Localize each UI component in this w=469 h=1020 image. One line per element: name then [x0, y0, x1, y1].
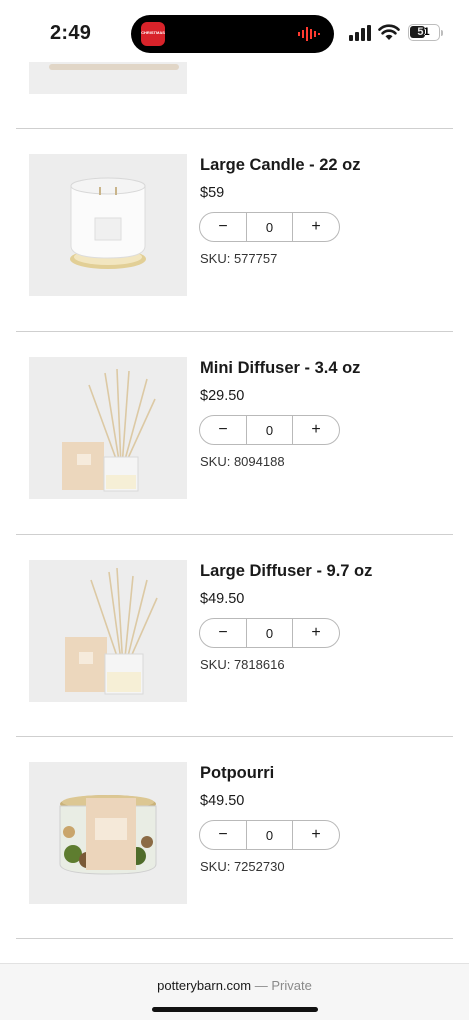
product-name[interactable]: Potpourri — [200, 764, 274, 783]
browser-bottom-bar: potterybarn.com — Private — [0, 963, 469, 1020]
quantity-stepper: − 0 + — [199, 618, 340, 648]
status-bar: 2:49 CHRISTMAS 51 — [0, 0, 469, 62]
product-name[interactable]: Large Candle - 22 oz — [200, 156, 360, 175]
address-bar[interactable]: potterybarn.com — Private — [0, 978, 469, 993]
product-row-large-candle: Large Candle - 22 oz $59 − 0 + SKU: 5777… — [0, 128, 469, 330]
minus-icon: − — [218, 421, 228, 438]
increase-quantity-button[interactable]: + — [293, 416, 339, 444]
quantity-stepper: − 0 + — [199, 415, 340, 445]
quantity-input[interactable]: 0 — [246, 213, 293, 241]
product-price: $29.50 — [200, 388, 245, 404]
plus-icon: + — [311, 218, 321, 235]
url-domain: potterybarn.com — [157, 978, 252, 993]
url-separator: — — [251, 978, 272, 993]
voice-wave-icon — [298, 27, 320, 41]
increase-quantity-button[interactable]: + — [293, 213, 339, 241]
increase-quantity-button[interactable]: + — [293, 619, 339, 647]
product-sku: SKU: 8094188 — [200, 454, 285, 469]
decrease-quantity-button[interactable]: − — [200, 213, 246, 241]
product-row-potpourri: Potpourri $49.50 − 0 + SKU: 7252730 — [0, 736, 469, 938]
product-name[interactable]: Large Diffuser - 9.7 oz — [200, 562, 372, 581]
product-image-candle[interactable] — [29, 154, 187, 296]
product-sku: SKU: 7252730 — [200, 859, 285, 874]
decrease-quantity-button[interactable]: − — [200, 821, 246, 849]
decrease-quantity-button[interactable]: − — [200, 416, 246, 444]
minus-icon: − — [218, 218, 228, 235]
quantity-stepper: − 0 + — [199, 820, 340, 850]
quantity-input[interactable]: 0 — [246, 619, 293, 647]
christmas-app-icon[interactable]: CHRISTMAS — [141, 22, 165, 46]
plus-icon: + — [311, 826, 321, 843]
minus-icon: − — [218, 624, 228, 641]
quantity-input[interactable]: 0 — [246, 416, 293, 444]
battery-icon: 51 — [408, 24, 440, 41]
increase-quantity-button[interactable]: + — [293, 821, 339, 849]
quantity-stepper: − 0 + — [199, 212, 340, 242]
cellular-signal-icon — [349, 25, 371, 41]
private-mode-label: Private — [271, 978, 312, 993]
decrease-quantity-button[interactable]: − — [200, 619, 246, 647]
product-image-mini-diffuser[interactable] — [29, 357, 187, 499]
battery-level: 51 — [417, 26, 430, 38]
product-sku: SKU: 7818616 — [200, 657, 285, 672]
home-indicator[interactable] — [152, 1007, 318, 1012]
product-price: $49.50 — [200, 591, 245, 607]
product-image-potpourri[interactable] — [29, 762, 187, 904]
status-time: 2:49 — [50, 22, 92, 44]
product-sku: SKU: 577757 — [200, 251, 278, 266]
divider — [16, 938, 453, 939]
plus-icon: + — [311, 421, 321, 438]
product-price: $49.50 — [200, 793, 245, 809]
island-app-label: CHRISTMAS — [141, 30, 165, 35]
product-image-partial[interactable] — [29, 62, 187, 94]
wifi-icon — [378, 24, 400, 40]
product-image-large-diffuser[interactable] — [29, 560, 187, 702]
minus-icon: − — [218, 826, 228, 843]
plus-icon: + — [311, 624, 321, 641]
product-row-large-diffuser: Large Diffuser - 9.7 oz $49.50 − 0 + SKU… — [0, 534, 469, 736]
product-price: $59 — [200, 185, 225, 201]
quantity-input[interactable]: 0 — [246, 821, 293, 849]
product-row-mini-diffuser: Mini Diffuser - 3.4 oz $29.50 − 0 + SKU:… — [0, 331, 469, 533]
dynamic-island[interactable]: CHRISTMAS — [131, 15, 334, 53]
product-name[interactable]: Mini Diffuser - 3.4 oz — [200, 359, 360, 378]
